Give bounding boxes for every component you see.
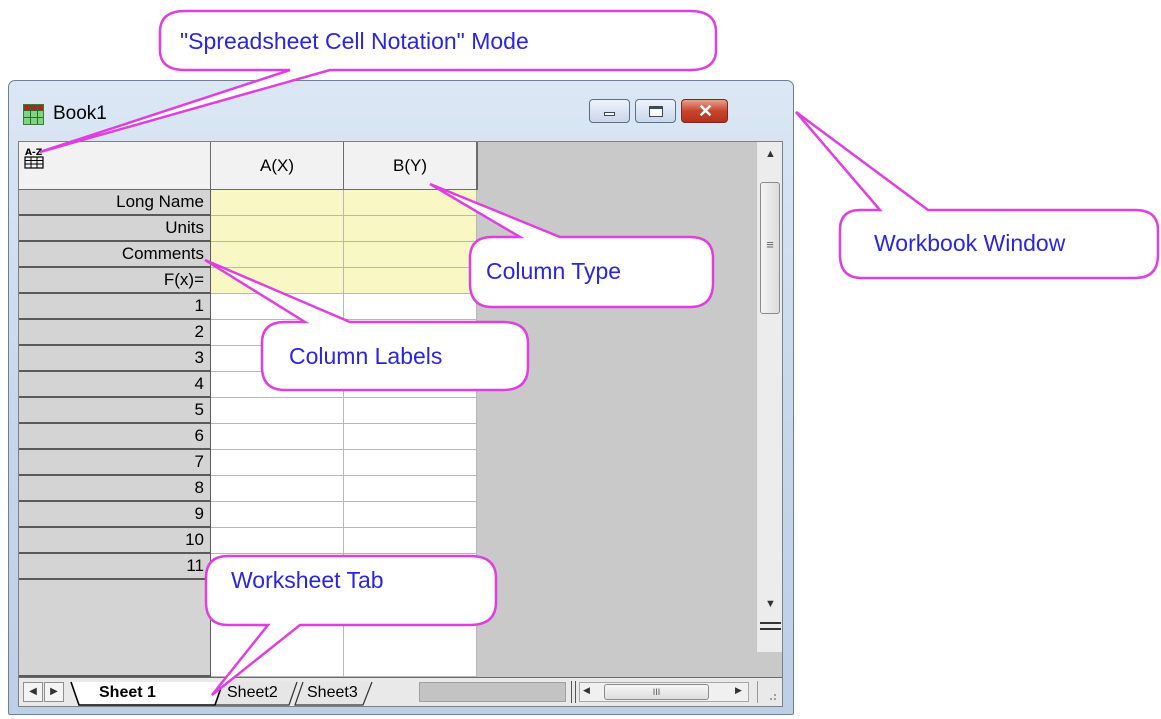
callout-notation-mode: "Spreadsheet Cell Notation" Mode [180, 28, 529, 54]
callout-column-type-bubble [429, 182, 715, 309]
callout-column-labels: Column Labels [289, 343, 443, 369]
callout-column-type: Column Type [486, 258, 622, 284]
callout-shapes [39, 9, 1160, 696]
callout-worksheet-tab: Worksheet Tab [231, 567, 384, 593]
callout-workbook-window: Workbook Window [874, 230, 1066, 256]
